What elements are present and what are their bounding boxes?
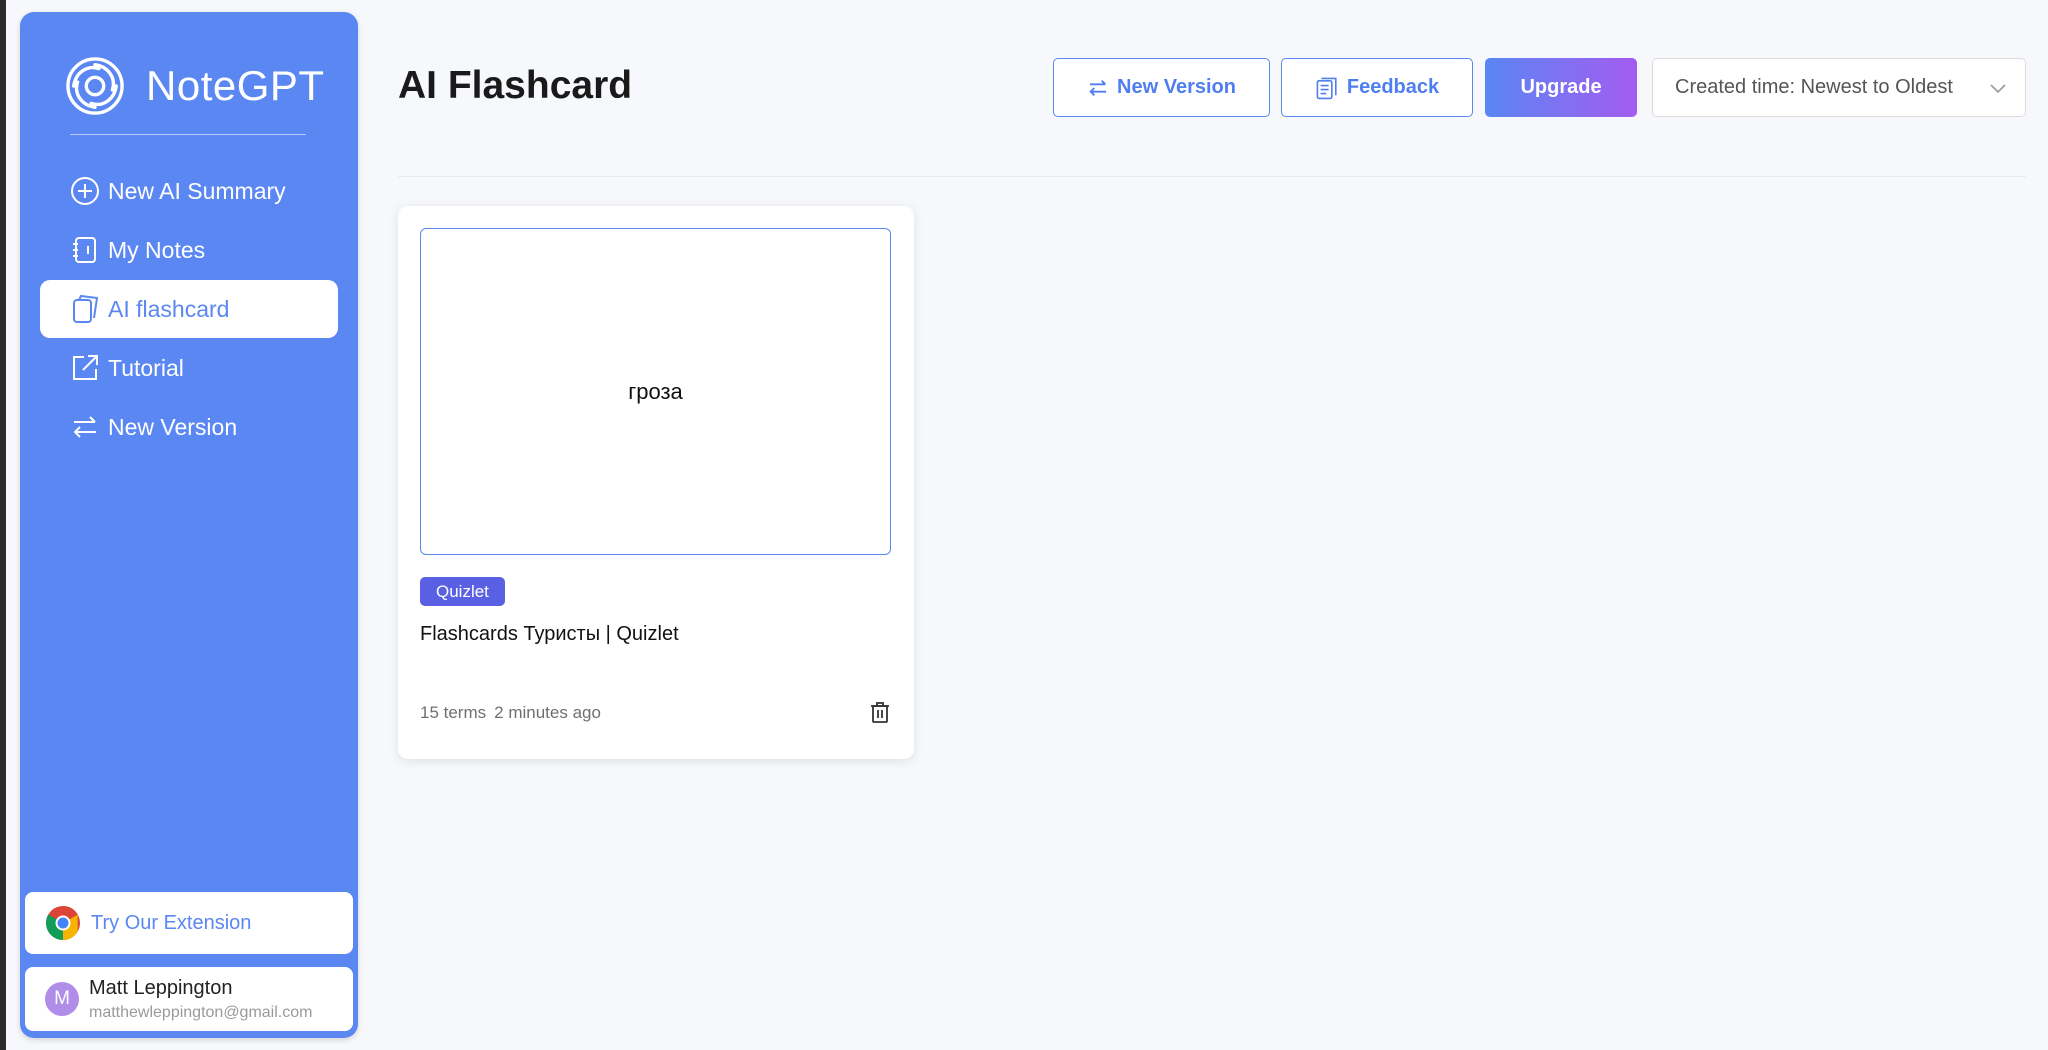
sidebar-divider	[70, 134, 306, 135]
upgrade-button[interactable]: Upgrade	[1485, 58, 1637, 117]
sidebar-item-label: New Version	[108, 413, 238, 440]
swap-arrows-icon	[70, 412, 100, 442]
sidebar-item-label: AI flashcard	[108, 295, 230, 322]
chevron-down-icon	[1990, 84, 2006, 94]
sidebar-item-ai-flashcard[interactable]: AI flashcard	[40, 280, 338, 338]
sidebar-nav: New AI Summary My Notes AI flashcard Tut…	[40, 162, 338, 457]
page-title: AI Flashcard	[398, 64, 633, 107]
sidebar-item-label: New AI Summary	[108, 177, 286, 204]
card-title[interactable]: Flashcards Туристы | Quizlet	[420, 623, 679, 646]
try-extension-label: Try Our Extension	[91, 911, 252, 934]
window-edge	[0, 0, 6, 1050]
sidebar-item-label: Tutorial	[108, 354, 184, 381]
flashcard-icon	[70, 294, 100, 324]
external-link-icon	[70, 353, 100, 383]
sidebar-item-new-version[interactable]: New Version	[40, 398, 338, 456]
card-meta: 15 terms 2 minutes ago	[420, 703, 601, 723]
source-tag: Quizlet	[420, 577, 505, 606]
notebook-icon	[70, 235, 100, 265]
brand[interactable]: NoteGPT	[66, 46, 325, 126]
sort-select[interactable]: Created time: Newest to Oldest	[1652, 58, 2026, 117]
plus-circle-icon	[70, 176, 100, 206]
new-version-button[interactable]: New Version	[1053, 58, 1270, 117]
sidebar-item-new-ai-summary[interactable]: New AI Summary	[40, 162, 338, 220]
created-time: 2 minutes ago	[494, 703, 601, 722]
flashcard-preview[interactable]: гроза	[420, 228, 891, 555]
chrome-icon	[46, 906, 80, 940]
new-version-label: New Version	[1117, 76, 1236, 98]
feedback-button[interactable]: Feedback	[1281, 58, 1473, 117]
user-profile[interactable]: M Matt Leppington matthewleppington@gmai…	[25, 967, 353, 1031]
try-extension-button[interactable]: Try Our Extension	[25, 892, 353, 954]
user-info: Matt Leppington matthewleppington@gmail.…	[89, 977, 312, 1022]
sidebar: NoteGPT New AI Summary My Notes AI flash…	[20, 12, 358, 1038]
term-count: 15 terms	[420, 703, 487, 722]
user-email: matthewleppington@gmail.com	[89, 1003, 313, 1021]
user-name: Matt Leppington	[89, 976, 233, 999]
feedback-label: Feedback	[1346, 76, 1440, 98]
sidebar-item-label: My Notes	[108, 236, 206, 263]
header-divider	[398, 176, 2026, 177]
notegpt-logo-icon	[66, 57, 124, 115]
sidebar-item-my-notes[interactable]: My Notes	[40, 221, 338, 279]
flashcard-set-card[interactable]: гроза Quizlet Flashcards Туристы | Quizl…	[398, 206, 914, 759]
brand-name: NoteGPT	[146, 62, 325, 109]
sort-select-value: Created time: Newest to Oldest	[1675, 76, 1953, 98]
trash-icon[interactable]	[868, 700, 892, 724]
feedback-document-icon	[1315, 76, 1339, 100]
sidebar-item-tutorial[interactable]: Tutorial	[40, 339, 338, 397]
avatar: M	[45, 982, 79, 1016]
swap-arrows-icon	[1087, 77, 1109, 99]
